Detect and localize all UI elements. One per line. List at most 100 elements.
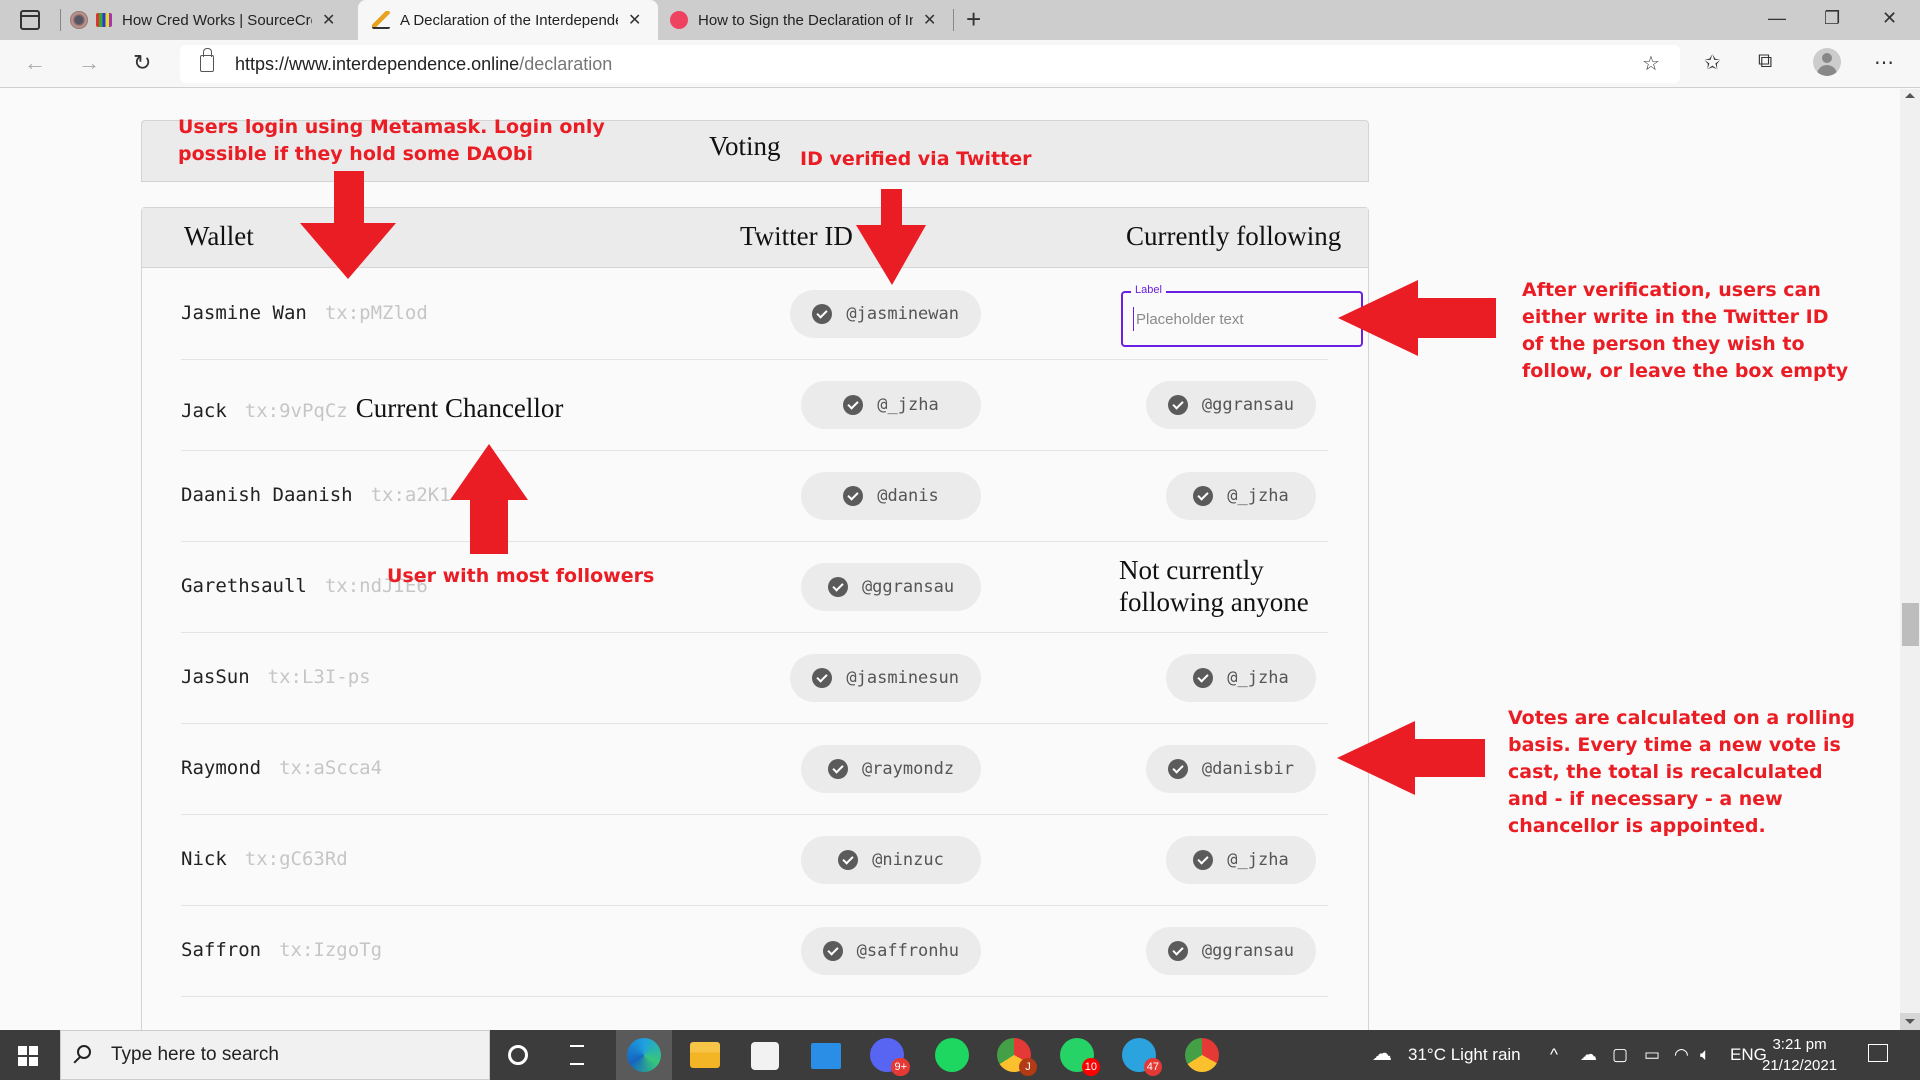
whatsapp-icon[interactable]: 10 — [1060, 1038, 1100, 1076]
handle-text: @ggransau — [861, 577, 955, 597]
maximize-button[interactable]: ❐ — [1824, 8, 1840, 29]
twitter-id-chip[interactable]: @saffronhu — [800, 927, 981, 975]
wifi-icon[interactable]: ◠ — [1674, 1045, 1689, 1065]
chrome-profile-badge: J — [1019, 1058, 1037, 1076]
chrome-profile-2-icon[interactable] — [1185, 1038, 1219, 1072]
show-hidden-icons[interactable]: ^ — [1550, 1045, 1558, 1065]
mail-icon[interactable] — [811, 1043, 841, 1069]
verified-check-icon — [827, 759, 848, 779]
twitter-id-chip[interactable]: @raymondz — [801, 745, 981, 793]
wallet-cell: Nick tx:gC63Rd — [181, 848, 348, 870]
wallet-name: Daanish Daanish — [181, 484, 353, 506]
scroll-down-arrow[interactable] — [1900, 1013, 1920, 1030]
new-tab-button[interactable]: + — [966, 4, 981, 35]
arrow-up-chancellor — [450, 444, 528, 554]
tab-separator — [60, 9, 61, 31]
tab-how-to-sign[interactable]: How to Sign the Declaration of Interdepe… — [670, 0, 950, 40]
microsoft-store-icon[interactable] — [751, 1042, 779, 1070]
following-chip[interactable]: @danisbir — [1145, 745, 1316, 793]
twitter-id-chip[interactable]: @ggransau — [801, 563, 981, 611]
arrow-down-wallet — [300, 171, 396, 279]
verified-check-icon — [827, 577, 848, 597]
twitter-id-chip[interactable]: @danis — [801, 472, 981, 520]
clock[interactable]: 3:21 pm 21/12/2021 — [1762, 1034, 1837, 1076]
url-host: https://www.interdependence.online — [235, 54, 520, 74]
annotation-most-followers: User with most followers — [387, 565, 655, 587]
file-explorer-icon[interactable] — [690, 1042, 720, 1068]
windows-start-icon[interactable] — [18, 1046, 38, 1066]
wallet-name: Jasmine Wan — [181, 302, 307, 324]
page-scrollbar[interactable] — [1900, 89, 1920, 1030]
tab-sourcecred[interactable]: How Cred Works | SourceCred ✕ — [70, 0, 350, 40]
handle-text: @_jzha — [877, 395, 939, 415]
verified-check-icon — [1167, 941, 1188, 961]
voting-table: Wallet Twitter ID Currently following Ja… — [141, 207, 1369, 1030]
table-row: Jack tx:9vPqCz Current Chancellor @_jzha @gg… — [181, 360, 1328, 451]
discord-icon[interactable]: 9+ — [870, 1038, 910, 1076]
taskbar-search[interactable]: Type here to search — [60, 1030, 490, 1080]
favorites-icon[interactable]: ✩ — [1704, 50, 1721, 75]
handle-text: @saffronhu — [856, 941, 959, 961]
meet-now-icon[interactable]: ▢ — [1612, 1045, 1628, 1065]
task-view-icon[interactable] — [570, 1045, 584, 1065]
wallet-cell: Daanish Daanish tx:a2K1 — [181, 484, 451, 506]
handle-text: @_jzha — [1227, 668, 1289, 688]
spotify-icon[interactable] — [935, 1038, 969, 1072]
minimize-button[interactable]: — — [1768, 8, 1786, 29]
tab-strip: How Cred Works | SourceCred ✕ A Declarat… — [0, 0, 1920, 40]
reload-button[interactable]: ↻ — [133, 50, 151, 76]
tab-declaration[interactable]: A Declaration of the Interdependence ✕ — [358, 0, 658, 40]
twitter-id-chip[interactable]: @ninzuc — [801, 836, 981, 884]
scroll-up-arrow[interactable] — [1905, 93, 1915, 98]
wallet-tx: tx:a2K1 — [370, 484, 451, 506]
battery-icon[interactable]: ▭ — [1644, 1045, 1660, 1065]
tab-actions-icon[interactable] — [20, 10, 40, 30]
edge-icon[interactable] — [627, 1038, 661, 1072]
twitter-id-chip[interactable]: @jasminewan — [790, 290, 981, 338]
wallet-name: Garethsaull — [181, 575, 307, 597]
arrow-down-twitter — [856, 189, 926, 285]
wallet-tx: tx:9vPqCz — [244, 400, 348, 422]
close-tab-icon[interactable]: ✕ — [628, 10, 641, 30]
handle-text: @_jzha — [1227, 486, 1289, 506]
following-chip[interactable]: @ggransau — [1145, 381, 1316, 429]
collections-icon[interactable]: ⧉ — [1758, 50, 1772, 73]
forward-button[interactable]: → — [78, 50, 100, 76]
profile-avatar[interactable] — [1813, 48, 1841, 76]
weather-text[interactable]: 31°C Light rain — [1408, 1045, 1521, 1065]
table-row: Raymond tx:aScca4 @raymondz @danisbir — [181, 724, 1328, 815]
close-tab-icon[interactable]: ✕ — [322, 10, 335, 30]
twitter-id-chip[interactable]: @jasminesun — [790, 654, 981, 702]
following-chip[interactable]: @_jzha — [1166, 654, 1316, 702]
add-favorite-icon[interactable]: ☆ — [1642, 51, 1660, 76]
following-chip[interactable]: @_jzha — [1166, 472, 1316, 520]
verified-check-icon — [812, 668, 833, 688]
telegram-icon[interactable]: 47 — [1122, 1038, 1162, 1076]
chrome-icon[interactable]: J — [997, 1038, 1037, 1076]
back-button[interactable]: ← — [24, 50, 46, 76]
close-window-button[interactable]: ✕ — [1882, 8, 1897, 29]
notifications-icon[interactable] — [1868, 1044, 1888, 1062]
discord-badge: 9+ — [891, 1058, 910, 1076]
following-chip[interactable]: @_jzha — [1166, 836, 1316, 884]
tab-title: A Declaration of the Interdependence — [400, 11, 618, 29]
wallet-cell: Jasmine Wan tx:pMZlod — [181, 302, 428, 324]
scroll-thumb[interactable] — [1902, 603, 1919, 646]
verified-check-icon — [812, 304, 833, 324]
follow-input-field[interactable] — [1133, 307, 1353, 331]
twitter-id-chip[interactable]: @_jzha — [801, 381, 981, 429]
wallet-name: Nick — [181, 848, 227, 870]
following-chip[interactable]: @ggransau — [1145, 927, 1316, 975]
tab-title: How to Sign the Declaration of Interdepe… — [698, 11, 913, 29]
cortana-icon[interactable] — [508, 1045, 528, 1065]
wallet-cell: Saffron tx:IzgoTg — [181, 939, 382, 961]
red-logo-icon — [670, 11, 688, 29]
weather-icon[interactable]: ☁ — [1372, 1041, 1392, 1066]
follow-twitter-id-input[interactable]: Label — [1121, 284, 1363, 347]
more-menu-icon[interactable]: ⋯ — [1874, 50, 1894, 75]
address-bar[interactable]: https://www.interdependence.online/decla… — [180, 45, 1680, 83]
close-tab-icon[interactable]: ✕ — [923, 10, 936, 30]
onedrive-icon[interactable]: ☁ — [1580, 1045, 1597, 1065]
table-row: Garethsaull tx:ndJIE6 @ggransau Not current… — [181, 542, 1328, 633]
volume-icon[interactable]: 🔈︎ — [1700, 1045, 1710, 1065]
